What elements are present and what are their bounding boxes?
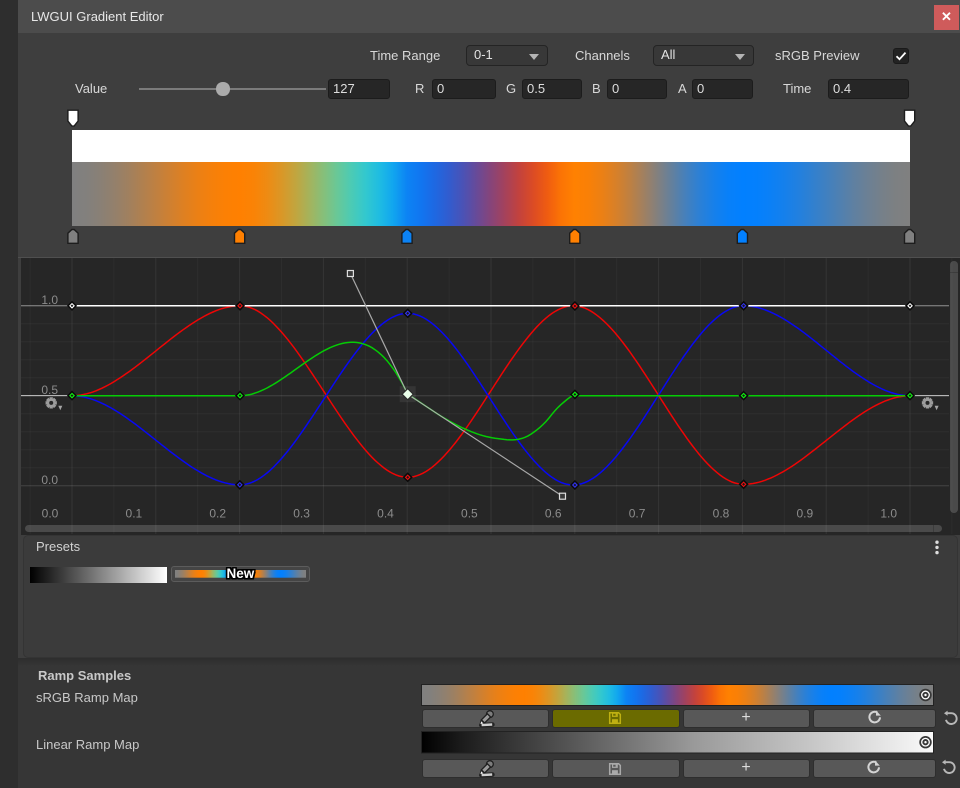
svg-text:0.3: 0.3 bbox=[293, 507, 310, 521]
svg-text:1.0: 1.0 bbox=[880, 507, 897, 521]
svg-text:0.5: 0.5 bbox=[41, 383, 58, 397]
svg-text:0.1: 0.1 bbox=[126, 507, 143, 521]
svg-text:0.8: 0.8 bbox=[713, 507, 730, 521]
svg-text:0.9: 0.9 bbox=[796, 507, 813, 521]
svg-text:1.0: 1.0 bbox=[41, 293, 58, 307]
svg-text:0.2: 0.2 bbox=[209, 507, 226, 521]
svg-text:0.7: 0.7 bbox=[629, 507, 646, 521]
svg-text:0.0: 0.0 bbox=[41, 473, 58, 487]
svg-text:0.4: 0.4 bbox=[377, 507, 394, 521]
svg-text:0.5: 0.5 bbox=[461, 507, 478, 521]
svg-text:0.0: 0.0 bbox=[42, 507, 59, 521]
svg-text:0.6: 0.6 bbox=[545, 507, 562, 521]
